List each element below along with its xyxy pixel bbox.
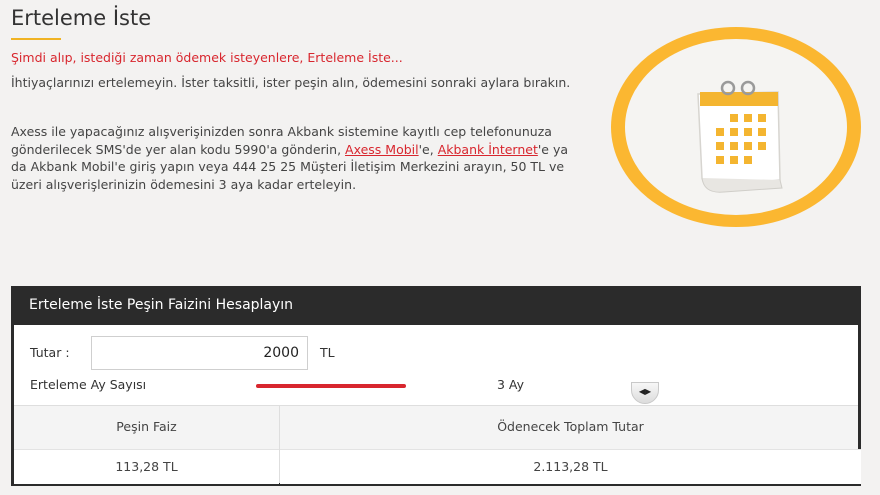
term-row: Erteleme Ay Sayısı ◀▶ 3 Ay: [14, 377, 858, 404]
results-table: Peşin Faiz 113,28 TL Ödenecek Toplam Tut…: [14, 405, 861, 484]
calendar-icon: [697, 80, 783, 193]
total-header: Ödenecek Toplam Tutar: [497, 419, 644, 434]
term-slider-handle[interactable]: ◀▶: [631, 382, 659, 404]
term-label: Erteleme Ay Sayısı: [30, 377, 147, 392]
description-paragraph-2: Axess ile yapacağınız alışverişinizden s…: [11, 123, 576, 193]
interest-header: Peşin Faiz: [116, 419, 177, 434]
description-paragraph-1: İhtiyaçlarınızı ertelemeyin. İster taksi…: [11, 75, 571, 90]
interest-column: Peşin Faiz 113,28 TL: [14, 406, 280, 484]
calculator-title: Erteleme İste Peşin Faizini Hesaplayın: [14, 286, 858, 325]
total-value: 2.113,28 TL: [280, 449, 861, 484]
calculator-panel: Erteleme İste Peşin Faizini Hesaplayın T…: [11, 286, 861, 486]
axess-mobil-link[interactable]: Axess Mobil: [345, 142, 419, 157]
page-title: Erteleme İste: [11, 6, 152, 30]
amount-label: Tutar :: [30, 345, 70, 360]
title-underline: [11, 38, 61, 40]
interest-value: 113,28 TL: [14, 449, 279, 484]
akbank-internet-link[interactable]: Akbank İnternet: [438, 142, 538, 157]
term-value: 3 Ay: [497, 377, 525, 392]
total-column: Ödenecek Toplam Tutar 2.113,28 TL: [280, 406, 861, 484]
intro-text: Şimdi alıp, istediği zaman ödemek isteye…: [11, 50, 403, 65]
amount-unit: TL: [320, 345, 335, 360]
paragraph-text: 'e,: [418, 141, 438, 157]
amount-row: Tutar : TL: [14, 336, 858, 370]
amount-input[interactable]: [91, 336, 308, 370]
term-slider-track[interactable]: ◀▶: [256, 382, 659, 404]
